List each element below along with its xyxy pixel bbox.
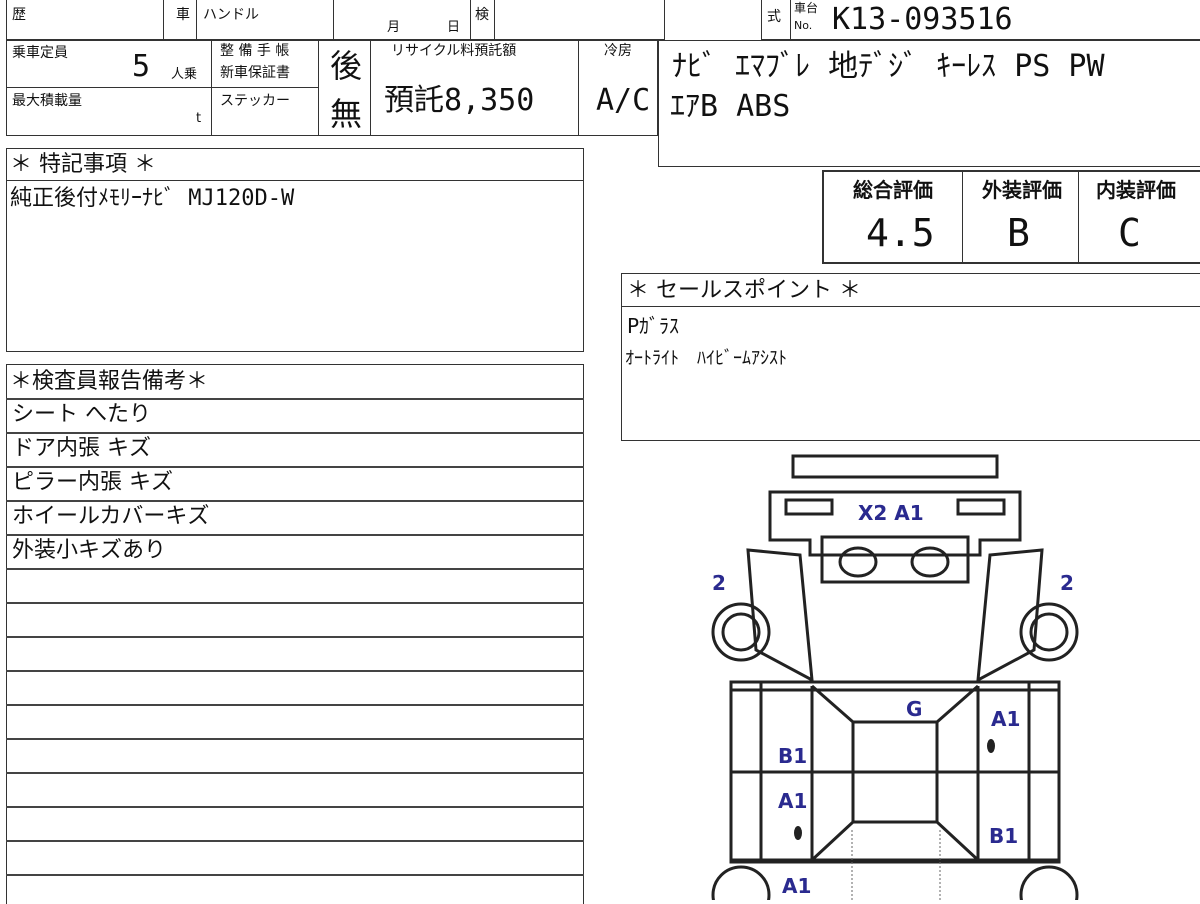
day-label: 日: [447, 20, 461, 35]
header-row: [6, 0, 665, 40]
damage-right-front-door: A1: [991, 707, 1020, 731]
aircon-label: 冷房: [604, 43, 632, 59]
month-label: 月: [387, 20, 401, 35]
warranty-label: 新車保証書: [220, 65, 290, 81]
interior-rating-label: 内装評価: [1096, 178, 1176, 202]
equipment-line-1: ﾅﾋﾞ ｴﾏﾌﾞﾚ 地ﾃﾞｼﾞ ｷｰﾚｽ PS PW: [672, 49, 1105, 84]
chassis-label-bottom: No.: [794, 19, 813, 32]
overall-rating-label: 総合評価: [853, 178, 933, 202]
sales-point-line-2: ｵｰﾄﾗｲﾄ ﾊｲﾋﾞｰﾑｱｼｽﾄ: [625, 348, 787, 369]
special-notes-box: [6, 148, 584, 352]
special-notes-title: ＊ 特記事項 ＊: [10, 152, 156, 177]
sales-point-line-1: Pｶﾞﾗｽ: [627, 314, 680, 338]
inspection-label: 検: [475, 7, 489, 23]
damage-roof: G: [906, 697, 922, 721]
recycle-label: リサイクル料預託額: [391, 43, 517, 59]
sales-points-title: ＊ セールスポイント ＊: [627, 278, 861, 303]
inspector-remarks-title: ＊検査員報告備考＊: [10, 369, 209, 394]
car-damage-diagram: X2 A1 2 2 G A1 B1 A1 B1 A1: [711, 454, 1079, 900]
remark-item: ピラー内張 キズ: [12, 470, 173, 495]
remark-item: 外装小キズあり: [12, 538, 167, 563]
damage-front-bumper: X2 A1: [858, 501, 924, 525]
equipment-line-2: ｴｱB ABS: [670, 89, 791, 124]
maintenance-label: 整 備 手 帳: [220, 43, 290, 59]
damage-front-left: 2: [712, 571, 726, 595]
damage-right-rear-door: B1: [989, 824, 1018, 848]
exterior-rating-label: 外装評価: [982, 178, 1062, 202]
maintenance-value: 後: [330, 47, 363, 85]
remark-item: シート へたり: [12, 402, 151, 427]
damage-left-front-door: B1: [778, 744, 807, 768]
capacity-value: 5: [132, 49, 151, 84]
capacity-label: 乗車定員: [12, 45, 68, 61]
handle-label: ハンドル: [203, 7, 259, 23]
special-notes-text: 純正後付ﾒﾓﾘｰﾅﾋﾞ MJ120D-W: [10, 186, 295, 211]
exterior-rating-value: B: [1007, 211, 1030, 255]
damage-left-rear: A1: [782, 874, 811, 898]
maxload-label: 最大積載量: [12, 93, 82, 109]
remark-item: ホイールカバーキズ: [12, 504, 210, 529]
damage-left-rear-door: A1: [778, 789, 807, 813]
capacity-unit: 人乗: [171, 67, 198, 82]
history-label: 歴: [12, 7, 26, 23]
overall-rating-value: 4.5: [866, 211, 935, 255]
sticker-value: 無: [330, 95, 363, 133]
remark-item: ドア内張 キズ: [12, 436, 151, 461]
model-label: 式: [767, 9, 781, 25]
car-label: 車: [176, 7, 190, 23]
chassis-number: K13-093516: [832, 2, 1013, 37]
chassis-label-top: 車台: [794, 1, 819, 15]
sticker-label: ステッカー: [220, 93, 290, 109]
maxload-unit: t: [196, 111, 202, 126]
damage-front-right: 2: [1060, 571, 1074, 595]
interior-rating-value: C: [1118, 211, 1141, 255]
aircon-value: A/C: [596, 83, 651, 118]
recycle-value: 預託8,350: [384, 83, 535, 118]
